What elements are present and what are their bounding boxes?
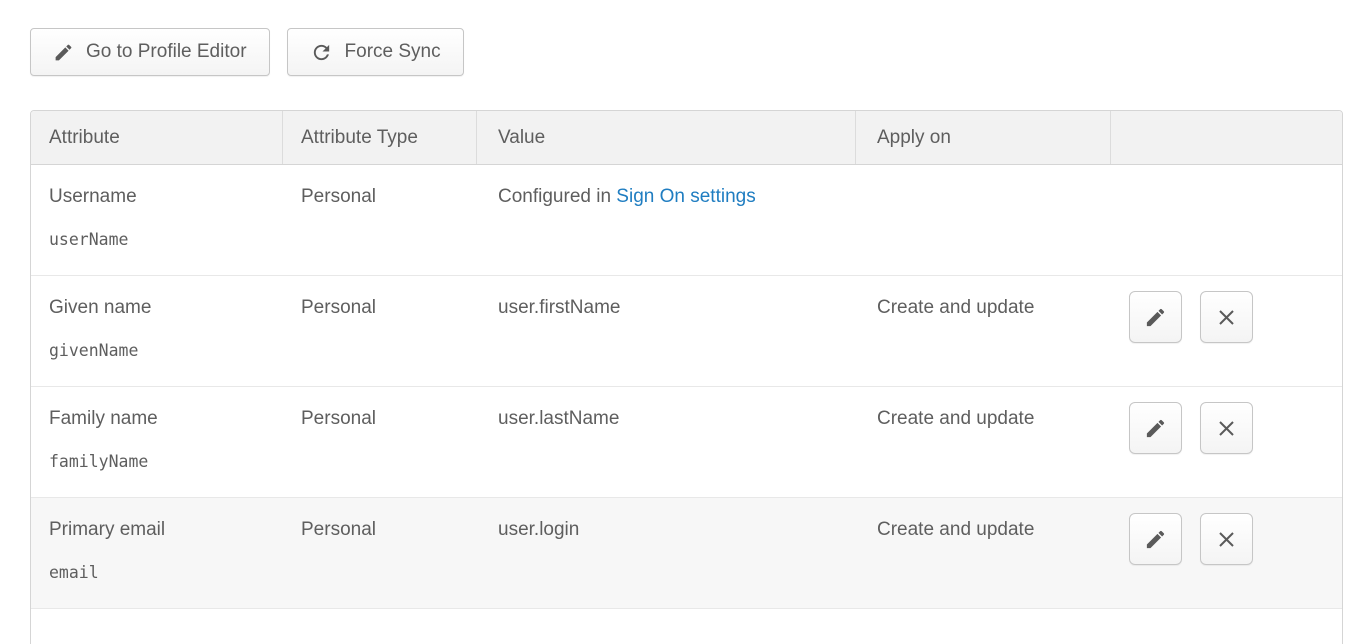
attribute-cell: Family name familyName	[31, 387, 283, 497]
apply-on-cell	[856, 165, 1111, 275]
table-row: Family name familyName Personal user.las…	[31, 387, 1342, 498]
close-icon	[1215, 417, 1238, 440]
attribute-variable-name: familyName	[49, 452, 271, 471]
remove-attribute-button[interactable]	[1200, 291, 1253, 343]
pencil-icon	[1144, 306, 1167, 329]
attribute-value-cell: user.lastName	[477, 387, 856, 497]
row-actions	[1111, 387, 1342, 497]
table-row: Primary email email Personal user.login …	[31, 498, 1342, 609]
force-sync-button[interactable]: Force Sync	[287, 28, 464, 76]
table-header-row: Attribute Attribute Type Value Apply on	[31, 111, 1342, 165]
table-row: Username userName Personal Configured in…	[31, 165, 1342, 276]
attribute-type-cell: Personal	[283, 165, 477, 275]
table-body: Username userName Personal Configured in…	[31, 165, 1342, 609]
force-sync-label: Force Sync	[345, 41, 441, 63]
attribute-value-cell: Configured in Sign On settings	[477, 165, 856, 275]
attribute-type-cell: Personal	[283, 498, 477, 608]
pencil-icon	[53, 42, 74, 63]
remove-attribute-button[interactable]	[1200, 513, 1253, 565]
pencil-icon	[1144, 528, 1167, 551]
pencil-icon	[1144, 417, 1167, 440]
attribute-mappings-table: Attribute Attribute Type Value Apply on …	[30, 110, 1343, 644]
close-icon	[1215, 528, 1238, 551]
sign-on-settings-link[interactable]: Sign On settings	[616, 186, 755, 207]
row-actions	[1111, 276, 1342, 386]
edit-attribute-button[interactable]	[1129, 513, 1182, 565]
attribute-variable-name: givenName	[49, 341, 271, 360]
header-attribute-type: Attribute Type	[283, 111, 477, 164]
close-icon	[1215, 306, 1238, 329]
attribute-type-cell: Personal	[283, 276, 477, 386]
attribute-label: Given name	[49, 297, 271, 319]
attribute-cell: Given name givenName	[31, 276, 283, 386]
attribute-label: Primary email	[49, 519, 271, 541]
apply-on-cell: Create and update	[856, 276, 1111, 386]
row-actions	[1111, 498, 1342, 608]
header-actions	[1111, 111, 1342, 164]
attribute-cell: Username userName	[31, 165, 283, 275]
header-apply-on: Apply on	[856, 111, 1111, 164]
go-to-profile-editor-label: Go to Profile Editor	[86, 41, 247, 63]
attribute-value-cell: user.firstName	[477, 276, 856, 386]
apply-on-cell: Create and update	[856, 498, 1111, 608]
refresh-icon	[310, 41, 333, 64]
edit-attribute-button[interactable]	[1129, 291, 1182, 343]
attribute-mapping-page: Go to Profile Editor Force Sync Attribut…	[0, 0, 1370, 644]
remove-attribute-button[interactable]	[1200, 402, 1253, 454]
attribute-label: Username	[49, 186, 271, 208]
attribute-variable-name: email	[49, 563, 271, 582]
header-value: Value	[477, 111, 856, 164]
attribute-variable-name: userName	[49, 230, 271, 249]
edit-attribute-button[interactable]	[1129, 402, 1182, 454]
header-attribute: Attribute	[31, 111, 283, 164]
empty-partial-row	[31, 609, 1342, 644]
go-to-profile-editor-button[interactable]: Go to Profile Editor	[30, 28, 270, 76]
table-row: Given name givenName Personal user.first…	[31, 276, 1342, 387]
attribute-cell: Primary email email	[31, 498, 283, 608]
attribute-label: Family name	[49, 408, 271, 430]
toolbar: Go to Profile Editor Force Sync	[30, 28, 464, 76]
row-actions	[1111, 165, 1342, 275]
attribute-value-cell: user.login	[477, 498, 856, 608]
apply-on-cell: Create and update	[856, 387, 1111, 497]
attribute-type-cell: Personal	[283, 387, 477, 497]
